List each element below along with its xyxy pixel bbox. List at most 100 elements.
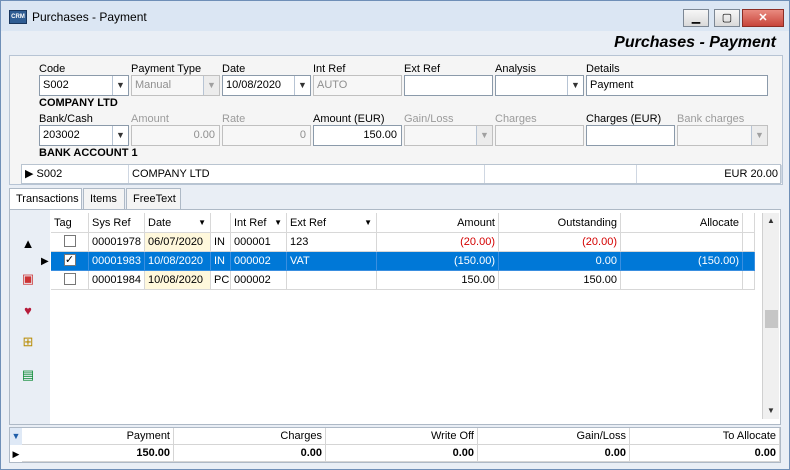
code-value: S002: [43, 79, 69, 91]
payment-total-value: 150.00: [22, 445, 174, 462]
payment-type-value: Manual: [135, 79, 172, 91]
totals-footer: ▼ ▶ Payment Charges Write Off Gain/Loss …: [9, 427, 781, 463]
tab-freetext[interactable]: FreeText: [126, 188, 181, 210]
outstanding-cell: 150.00: [499, 271, 621, 290]
int-ref-field[interactable]: AUTO: [313, 75, 402, 96]
date-picker[interactable]: 10/08/2020 ▼: [222, 75, 311, 96]
type-header[interactable]: [211, 213, 231, 233]
allocate-header[interactable]: Allocate: [621, 213, 743, 233]
close-button[interactable]: ✕: [742, 9, 784, 27]
charges-eur-field[interactable]: [586, 125, 675, 146]
int-ref-header-label: Int Ref: [234, 217, 267, 229]
bank-cash-dropdown-icon[interactable]: ▼: [112, 126, 128, 145]
document-icon[interactable]: ⊞: [19, 334, 37, 350]
payment-type-label: Payment Type: [131, 63, 202, 75]
int-ref-cell: 000002: [231, 271, 287, 290]
code-dropdown-icon[interactable]: ▼: [112, 76, 128, 95]
date-cell: 06/07/2020: [145, 233, 211, 252]
payment-type-combo[interactable]: Manual ▼: [131, 75, 220, 96]
bank-cash-combo[interactable]: 203002 ▼: [39, 125, 129, 146]
tag-checkbox[interactable]: [63, 273, 76, 286]
grid-filler-header: [743, 213, 755, 233]
int-ref-sort-icon[interactable]: ▼: [274, 213, 282, 233]
outstanding-header[interactable]: Outstanding: [499, 213, 621, 233]
bank-charges-dropdown-icon[interactable]: ▼: [751, 126, 767, 145]
left-toolbar: ▲ ▣ ♥ ⊞ ▤: [10, 210, 50, 424]
allocate-cell[interactable]: [621, 271, 743, 290]
amount-eur-label: Amount (EUR): [313, 113, 385, 125]
payment-total-label: Payment: [22, 428, 174, 445]
move-up-icon[interactable]: ▲: [19, 236, 37, 252]
date-value: 10/08/2020: [226, 79, 282, 91]
app-icon: CRM: [9, 10, 27, 24]
tag-cell[interactable]: ✓: [51, 252, 89, 271]
tab-transactions[interactable]: Transactions: [9, 188, 82, 211]
ext-ref-cell: [287, 271, 377, 290]
supplier-summary-row: ▶ S002 COMPANY LTD EUR 20.00: [21, 164, 782, 184]
date-dropdown-icon[interactable]: ▼: [294, 76, 310, 95]
tag-checkbox[interactable]: [63, 235, 76, 248]
ext-ref-field[interactable]: [404, 75, 493, 96]
allocate-cell[interactable]: (150.00): [621, 252, 743, 271]
ext-ref-header[interactable]: Ext Ref ▼: [287, 213, 377, 233]
allocate-cell[interactable]: [621, 233, 743, 252]
sys-ref-cell: 00001984: [89, 271, 145, 290]
table-row-selected[interactable]: ✓ 00001983 10/08/2020 IN 000002 VAT (150…: [51, 252, 755, 271]
gain-loss-combo[interactable]: ▼: [404, 125, 493, 146]
gain-loss-total-label: Gain/Loss: [478, 428, 630, 445]
allocate-icon[interactable]: ▣: [19, 271, 37, 287]
ext-ref-sort-icon[interactable]: ▼: [364, 213, 372, 233]
page-heading: Purchases - Payment: [614, 34, 776, 51]
ext-ref-header-label: Ext Ref: [290, 217, 327, 229]
company-name: COMPANY LTD: [39, 97, 118, 109]
tag-cell[interactable]: [51, 233, 89, 252]
to-allocate-total-label: To Allocate: [630, 428, 780, 445]
summary-name: COMPANY LTD: [129, 165, 485, 183]
date-header[interactable]: Date ▼: [145, 213, 211, 233]
table-row[interactable]: 00001978 06/07/2020 IN 000001 123 (20.00…: [51, 233, 755, 252]
amount-eur-field[interactable]: 150.00: [313, 125, 402, 146]
payment-type-dropdown-icon[interactable]: ▼: [203, 76, 219, 95]
row-filler: [743, 271, 755, 290]
minimize-button[interactable]: ▁: [683, 9, 709, 27]
footer-expand-icon[interactable]: ▼: [10, 428, 22, 445]
gain-loss-dropdown-icon[interactable]: ▼: [476, 126, 492, 145]
bank-charges-label: Bank charges: [677, 113, 745, 125]
summary-expand-icon[interactable]: ▶: [25, 168, 33, 180]
heart-icon[interactable]: ♥: [19, 303, 37, 319]
int-ref-header[interactable]: Int Ref ▼: [231, 213, 287, 233]
details-field[interactable]: Payment: [586, 75, 768, 96]
amount-field[interactable]: 0.00: [131, 125, 220, 146]
charges-field[interactable]: [495, 125, 584, 146]
scroll-down-icon[interactable]: ▼: [763, 403, 779, 419]
tag-cell[interactable]: [51, 271, 89, 290]
write-off-total-label: Write Off: [326, 428, 478, 445]
code-label: Code: [39, 63, 66, 75]
maximize-button[interactable]: ▢: [714, 9, 740, 27]
vertical-scrollbar[interactable]: ▲ ▼: [762, 213, 779, 419]
charges-eur-label: Charges (EUR): [586, 113, 662, 125]
transactions-grid: Tag Sys Ref Date ▼ Int Ref ▼ Ext Ref ▼ Amou…: [41, 213, 760, 419]
stack-icon[interactable]: ▤: [19, 367, 37, 383]
scroll-up-icon[interactable]: ▲: [763, 213, 779, 229]
scroll-thumb[interactable]: [765, 310, 778, 328]
title-bar: CRM Purchases - Payment ▁ ▢ ✕: [1, 1, 789, 31]
tag-checkbox[interactable]: ✓: [63, 254, 76, 267]
outstanding-cell: 0.00: [499, 252, 621, 271]
bank-charges-combo[interactable]: ▼: [677, 125, 768, 146]
tab-items[interactable]: Items: [83, 188, 125, 210]
analysis-combo[interactable]: ▼: [495, 75, 584, 96]
details-label: Details: [586, 63, 620, 75]
rate-field[interactable]: 0: [222, 125, 311, 146]
window-title: Purchases - Payment: [32, 10, 147, 24]
footer-row-selector-icon: ▶: [12, 449, 20, 459]
code-combo[interactable]: S002 ▼: [39, 75, 129, 96]
tag-header[interactable]: Tag: [51, 213, 89, 233]
date-sort-icon[interactable]: ▼: [198, 213, 206, 233]
ext-ref-cell: 123: [287, 233, 377, 252]
sys-ref-header[interactable]: Sys Ref: [89, 213, 145, 233]
table-row[interactable]: 00001984 10/08/2020 PC 000002 150.00 150…: [51, 271, 755, 290]
row-selector-icon: ▶: [41, 256, 49, 267]
amount-header[interactable]: Amount: [377, 213, 499, 233]
analysis-dropdown-icon[interactable]: ▼: [567, 76, 583, 95]
